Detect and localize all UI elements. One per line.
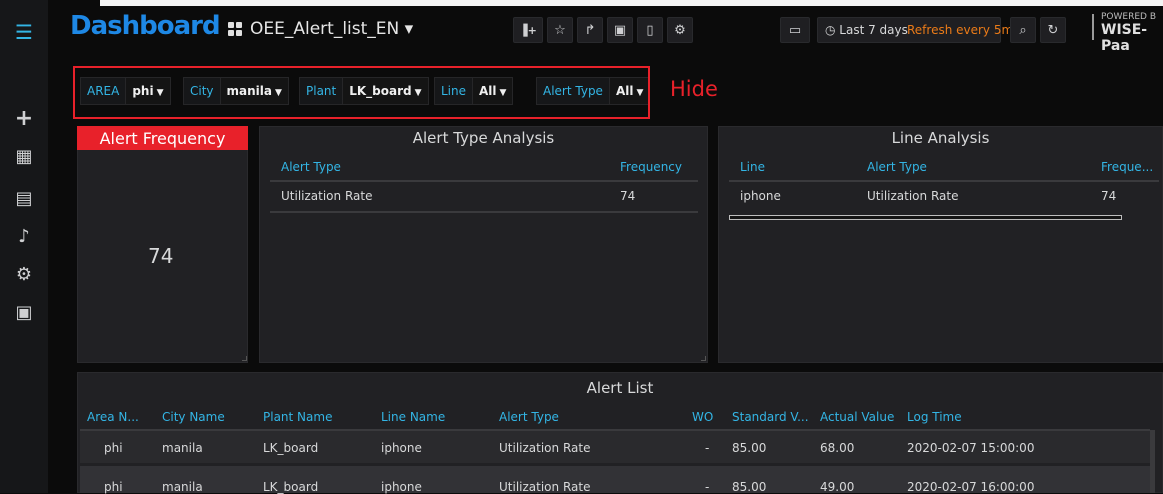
line-analysis-panel: Line Analysis xyxy=(718,126,1163,363)
time-range-label: ◷ Last 7 days xyxy=(825,23,908,37)
panel-title[interactable]: Alert Type Analysis xyxy=(260,127,707,149)
table-cell: LK_board xyxy=(263,480,319,494)
panel-title[interactable]: Alert List xyxy=(78,377,1162,399)
table-cell: LK_board xyxy=(263,441,319,455)
column-header[interactable]: Log Time xyxy=(907,410,962,424)
star-button[interactable]: ☆ xyxy=(547,17,573,43)
column-header[interactable]: City Name xyxy=(162,410,225,424)
plus-icon[interactable]: + xyxy=(0,106,48,131)
powered-divider xyxy=(1092,14,1094,40)
menu-icon[interactable]: ☰ xyxy=(0,20,48,44)
row-divider xyxy=(270,211,698,213)
add-panel-button[interactable]: ▐+ xyxy=(513,17,543,43)
table-cell: manila xyxy=(162,441,203,455)
hide-annotation: Hide xyxy=(670,77,718,101)
table-cell: - xyxy=(705,480,710,494)
column-header[interactable]: Frequency xyxy=(620,160,682,174)
bell-icon[interactable]: ♪ xyxy=(0,226,48,247)
refresh-button[interactable]: ↻ xyxy=(1040,17,1066,43)
table-cell: 85.00 xyxy=(732,480,767,494)
table-cell: - xyxy=(705,441,710,455)
book-icon[interactable]: ▣ xyxy=(0,302,48,323)
column-header[interactable]: Line xyxy=(740,160,765,174)
tv-mode-button[interactable]: ▭ xyxy=(780,17,810,43)
table-cell: 74 xyxy=(1101,189,1117,203)
alert-frequency-value: 74 xyxy=(148,244,174,268)
column-header[interactable]: Alert Type xyxy=(867,160,927,174)
settings-button[interactable]: ⚙ xyxy=(667,17,693,43)
table-cell: 49.00 xyxy=(820,480,855,494)
playlist-icon[interactable]: ▤ xyxy=(0,188,48,209)
header-divider xyxy=(270,180,698,182)
share-button[interactable]: ↱ xyxy=(577,17,603,43)
table-cell: iphone xyxy=(740,189,781,203)
table-cell: 74 xyxy=(620,189,636,203)
vertical-scrollbar[interactable] xyxy=(1150,430,1155,493)
column-header[interactable]: Alert Type xyxy=(281,160,341,174)
refresh-interval-label: Refresh every 5m xyxy=(907,23,1014,37)
header-divider xyxy=(729,180,1159,182)
zoom-out-button[interactable]: ⌕ xyxy=(1010,17,1036,43)
column-header[interactable]: Line Name xyxy=(381,410,445,424)
resize-handle[interactable] xyxy=(701,356,706,361)
panel-title[interactable]: Line Analysis xyxy=(719,127,1162,149)
table-cell: phi xyxy=(104,441,123,455)
save-button[interactable]: ▣ xyxy=(607,17,633,43)
table-cell: manila xyxy=(162,480,203,494)
column-header[interactable]: Freque... xyxy=(1101,160,1153,174)
powered-by-label: POWERED B xyxy=(1101,12,1157,22)
gear-icon[interactable]: ⚙ xyxy=(0,264,48,285)
wise-paas-logo: WISE-Paa xyxy=(1101,22,1148,54)
dashboard-grid-icon xyxy=(228,22,242,36)
column-header[interactable]: Actual Value xyxy=(820,410,894,424)
horizontal-scrollbar[interactable] xyxy=(729,215,1122,220)
panel-title[interactable]: Alert Frequency xyxy=(77,126,248,150)
table-cell: Utilization Rate xyxy=(499,441,591,455)
column-header[interactable]: Standard V... xyxy=(732,410,809,424)
brand-title[interactable]: Dashboard xyxy=(70,11,221,41)
table-cell: iphone xyxy=(381,441,422,455)
column-header[interactable]: WO xyxy=(692,410,713,424)
table-cell: Utilization Rate xyxy=(281,189,373,203)
mobile-button[interactable]: ▯ xyxy=(637,17,663,43)
table-cell: phi xyxy=(104,480,123,494)
dashboards-icon[interactable]: ▦ xyxy=(0,146,48,167)
top-edge-strip xyxy=(100,0,1163,6)
resize-handle[interactable] xyxy=(242,356,247,361)
table-cell: 2020-02-07 16:00:00 xyxy=(907,480,1035,494)
table-cell: Utilization Rate xyxy=(499,480,591,494)
sidebar: ☰ + ▦ ▤ ♪ ⚙ ▣ xyxy=(0,0,48,493)
table-cell: iphone xyxy=(381,480,422,494)
column-header[interactable]: Plant Name xyxy=(263,410,332,424)
table-cell: Utilization Rate xyxy=(867,189,959,203)
column-header[interactable]: Area N... xyxy=(87,410,139,424)
column-header[interactable]: Alert Type xyxy=(499,410,559,424)
table-cell: 2020-02-07 15:00:00 xyxy=(907,441,1035,455)
dashboard-title-dropdown[interactable]: OEE_Alert_list_EN ▾ xyxy=(250,19,413,39)
table-cell: 85.00 xyxy=(732,441,767,455)
hide-highlight-box xyxy=(73,66,650,119)
table-cell: 68.00 xyxy=(820,441,855,455)
